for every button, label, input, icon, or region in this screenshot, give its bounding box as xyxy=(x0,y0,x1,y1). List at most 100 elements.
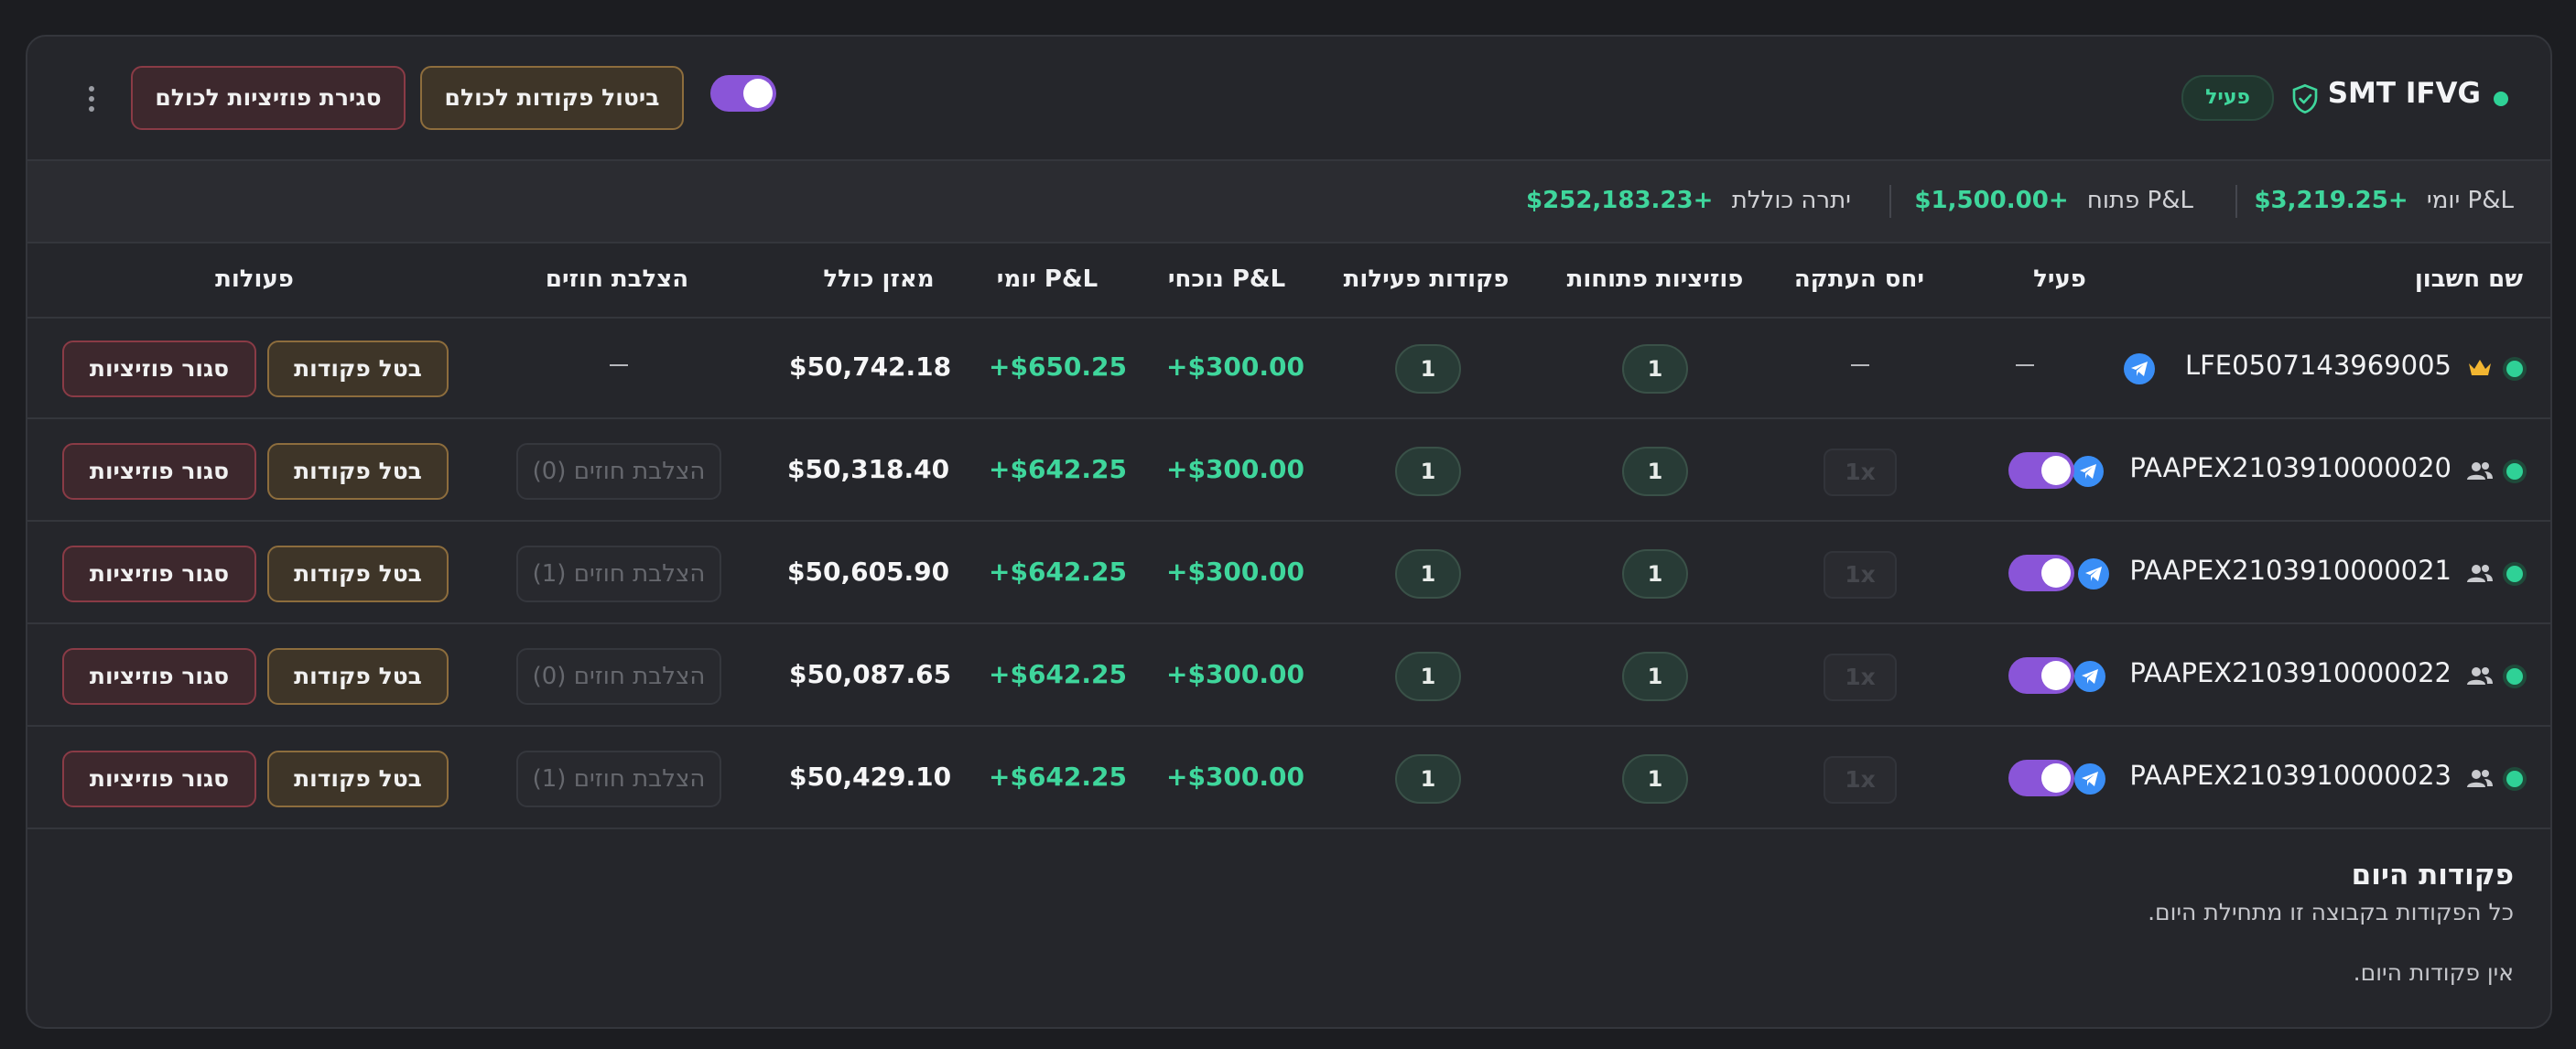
telegram-icon[interactable] xyxy=(2074,763,2105,795)
telegram-icon[interactable] xyxy=(2074,661,2105,692)
group-name: SMT IFVG xyxy=(2327,77,2481,110)
group-enabled-toggle[interactable] xyxy=(710,75,776,112)
daily-pnl: +$642.25 xyxy=(989,659,1127,689)
close-positions-button[interactable]: סגור פוזיציות xyxy=(62,341,256,397)
col-active-orders: פקודות פעילות xyxy=(1343,265,1510,293)
col-current-pnl: P&L נוכחי xyxy=(1167,265,1286,293)
telegram-icon[interactable] xyxy=(2078,558,2109,589)
group-header: SMT IFVG פעיל ביטול פקודות לכולם סגירת פ… xyxy=(27,37,2550,159)
active-orders-count: 1 xyxy=(1395,754,1461,804)
account-status-dot xyxy=(2506,668,2523,685)
cancel-orders-button[interactable]: בטל פקודות xyxy=(267,648,449,705)
copy-ratio[interactable]: 1x xyxy=(1824,551,1897,599)
divider xyxy=(1889,185,1891,218)
cancel-orders-button[interactable]: בטל פקודות xyxy=(267,341,449,397)
account-name: LFE0507143969005 xyxy=(2184,350,2452,381)
table-row: PAAPEX2103910000022 1x 1 1 +$300.00 +$64… xyxy=(27,624,2550,727)
contract-crossing-button[interactable]: הצלבת חוזים (0) xyxy=(516,443,721,500)
toggle-knob xyxy=(2041,661,2071,690)
current-pnl: +$300.00 xyxy=(1166,762,1304,792)
active-orders-count: 1 xyxy=(1395,344,1461,394)
account-active-toggle[interactable] xyxy=(2008,760,2074,796)
contract-crossing-button[interactable]: הצלבת חוזים (1) xyxy=(516,751,721,807)
close-positions-button[interactable]: סגור פוזיציות xyxy=(62,648,256,705)
cancel-orders-button[interactable]: בטל פקודות xyxy=(267,546,449,602)
col-actions: פעולות xyxy=(215,265,294,293)
table-row: PAAPEX2103910000023 1x 1 1 +$300.00 +$64… xyxy=(27,727,2550,829)
copy-ratio[interactable]: 1x xyxy=(1824,449,1897,496)
cancel-orders-button[interactable]: בטל פקודות xyxy=(267,443,449,500)
col-contract-crossing: הצלבת חוזים xyxy=(545,265,689,293)
close-all-positions-button[interactable]: סגירת פוזיציות לכולם xyxy=(131,66,406,130)
copy-ratio-dash xyxy=(1851,364,1869,366)
open-positions-count: 1 xyxy=(1622,344,1688,394)
account-active-toggle[interactable] xyxy=(2008,452,2074,489)
col-account-name: שם חשבון xyxy=(2414,265,2523,293)
users-icon xyxy=(2467,565,2493,582)
open-positions-count: 1 xyxy=(1622,754,1688,804)
close-positions-button[interactable]: סגור פוזיציות xyxy=(62,443,256,500)
account-status-dot xyxy=(2506,566,2523,582)
telegram-icon[interactable] xyxy=(2124,353,2155,384)
current-pnl: +$300.00 xyxy=(1166,659,1304,689)
copy-ratio[interactable]: 1x xyxy=(1824,654,1897,701)
daily-pnl-stat: P&L יומי +$3,219.25 xyxy=(2254,187,2514,214)
toggle-knob xyxy=(2041,456,2071,485)
total-balance-stat: יתרה כוללת +$252,183.23 xyxy=(1526,187,1851,214)
total-balance: $50,742.18 xyxy=(789,351,952,382)
daily-pnl: +$642.25 xyxy=(989,557,1127,587)
open-positions-count: 1 xyxy=(1622,447,1688,496)
users-icon xyxy=(2467,770,2493,787)
open-positions-count: 1 xyxy=(1622,549,1688,599)
daily-pnl-value: +$3,219.25 xyxy=(2254,187,2408,214)
daily-pnl: +$642.25 xyxy=(989,454,1127,484)
active-dash xyxy=(2016,364,2034,366)
account-name: PAAPEX2103910000020 xyxy=(2129,452,2452,483)
cancel-all-orders-button[interactable]: ביטול פקודות לכולם xyxy=(420,66,684,130)
account-status-dot xyxy=(2506,361,2523,377)
total-balance: $50,318.40 xyxy=(787,454,950,484)
open-positions-count: 1 xyxy=(1622,652,1688,701)
todays-orders-empty: אין פקודות היום. xyxy=(2353,959,2514,986)
col-copy-ratio: יחס העתקה xyxy=(1793,265,1924,293)
todays-orders-subtitle: כל הפקודות בקבוצה זו מתחילת היום. xyxy=(2148,899,2514,925)
active-orders-count: 1 xyxy=(1395,652,1461,701)
toggle-knob xyxy=(2041,763,2071,793)
account-active-toggle[interactable] xyxy=(2008,555,2074,591)
total-balance: $50,429.10 xyxy=(789,762,952,792)
contract-crossing-button[interactable]: הצלבת חוזים (1) xyxy=(516,546,721,602)
current-pnl: +$300.00 xyxy=(1166,557,1304,587)
account-name: PAAPEX2103910000021 xyxy=(2129,555,2452,586)
table-header: שם חשבון פעיל יחס העתקה פוזיציות פתוחות … xyxy=(27,242,2550,319)
total-balance: $50,605.90 xyxy=(787,557,950,587)
total-balance: $50,087.65 xyxy=(789,659,952,689)
contract-crossing-button[interactable]: הצלבת חוזים (0) xyxy=(516,648,721,705)
col-total-balance: מאזן כולל xyxy=(823,265,935,293)
open-pnl-value: +$1,500.00 xyxy=(1914,187,2069,214)
table-row: PAAPEX2103910000021 1x 1 1 +$300.00 +$64… xyxy=(27,522,2550,624)
daily-pnl: +$642.25 xyxy=(989,762,1127,792)
account-name: PAAPEX2103910000023 xyxy=(2129,760,2452,791)
status-dot xyxy=(2494,92,2508,106)
cancel-orders-button[interactable]: בטל פקודות xyxy=(267,751,449,807)
status-badge: פעיל xyxy=(2181,75,2274,121)
table-row: PAAPEX2103910000020 1x 1 1 +$300.00 +$64… xyxy=(27,419,2550,522)
daily-pnl: +$650.25 xyxy=(989,351,1127,382)
account-active-toggle[interactable] xyxy=(2008,657,2074,694)
summary-stats: P&L יומי +$3,219.25 P&L פתוח +$1,500.00 … xyxy=(27,159,2550,243)
close-positions-button[interactable]: סגור פוזיציות xyxy=(62,546,256,602)
todays-orders-title: פקודות היום xyxy=(2351,859,2514,892)
table-row: LFE0507143969005 1 1 +$300.00 +$650.25 $… xyxy=(27,317,2550,419)
toggle-knob xyxy=(743,79,773,108)
crossing-dash xyxy=(610,364,628,366)
telegram-icon[interactable] xyxy=(2073,456,2104,487)
copy-ratio[interactable]: 1x xyxy=(1824,756,1897,804)
active-orders-count: 1 xyxy=(1395,549,1461,599)
close-positions-button[interactable]: סגור פוזיציות xyxy=(62,751,256,807)
more-options-icon[interactable] xyxy=(79,86,104,115)
divider xyxy=(2235,185,2237,218)
current-pnl: +$300.00 xyxy=(1166,454,1304,484)
shield-check-icon xyxy=(2292,83,2318,114)
users-icon xyxy=(2467,667,2493,685)
open-pnl-stat: P&L פתוח +$1,500.00 xyxy=(1914,187,2193,214)
